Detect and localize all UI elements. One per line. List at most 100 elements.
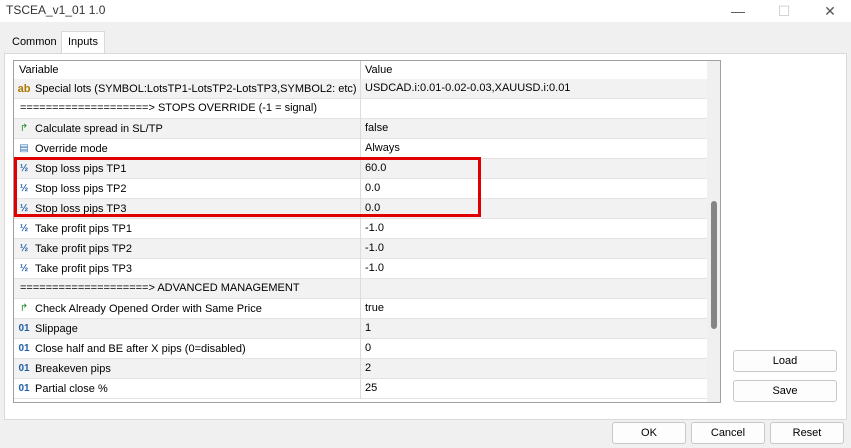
variable-label: Take profit pips TP2 xyxy=(35,243,133,255)
column-divider xyxy=(360,279,361,299)
value-cell[interactable]: 0 xyxy=(365,342,371,354)
variable-cell: ½ Take profit pips TP3 xyxy=(17,262,132,276)
grid-header: Variable Value xyxy=(14,61,707,80)
column-divider xyxy=(360,119,361,139)
table-row[interactable]: ½ Stop loss pips TP3 0.0 xyxy=(14,199,707,219)
int-icon: 01 xyxy=(18,343,30,354)
value-cell[interactable]: -1.0 xyxy=(365,222,384,234)
header-value[interactable]: Value xyxy=(365,64,392,76)
variable-label: Override mode xyxy=(35,143,108,155)
column-divider xyxy=(360,139,361,159)
ok-button[interactable]: OK xyxy=(612,422,686,444)
tab-bar: Common Inputs xyxy=(4,31,847,54)
int-icon: 01 xyxy=(18,363,30,374)
scrollbar-thumb[interactable] xyxy=(711,201,717,329)
inputs-grid: Variable Value ab Special lots (SYMBOL:Lo… xyxy=(13,60,721,403)
variable-label: ====================> STOPS OVERRIDE (-1… xyxy=(20,102,317,114)
value-cell[interactable]: false xyxy=(365,122,388,134)
column-divider xyxy=(360,319,361,339)
header-variable[interactable]: Variable xyxy=(19,64,59,76)
window-title: TSCEA_v1_01 1.0 xyxy=(6,3,106,17)
load-button[interactable]: Load xyxy=(733,350,837,372)
variable-cell: ½ Stop loss pips TP2 xyxy=(17,182,127,196)
table-row[interactable]: ½ Stop loss pips TP1 60.0 xyxy=(14,159,707,179)
table-row[interactable]: ↱ Calculate spread in SL/TP false xyxy=(14,119,707,139)
double-icon: ½ xyxy=(19,163,29,174)
variable-label: Take profit pips TP3 xyxy=(35,263,133,275)
bool-icon: ↱ xyxy=(19,123,29,134)
variable-label: Slippage xyxy=(35,323,78,335)
value-cell[interactable]: 2 xyxy=(365,362,371,374)
string-icon: ab xyxy=(17,83,31,95)
variable-label: Close half and BE after X pips (0=disabl… xyxy=(35,343,246,355)
value-cell[interactable]: 0.0 xyxy=(365,182,380,194)
column-divider xyxy=(360,359,361,379)
value-cell[interactable]: Always xyxy=(365,142,400,154)
table-row[interactable]: 01 Close half and BE after X pips (0=disa… xyxy=(14,339,707,359)
value-cell[interactable]: 0.0 xyxy=(365,202,380,214)
table-row[interactable]: ▤ Override mode Always xyxy=(14,139,707,159)
column-divider xyxy=(360,199,361,219)
value-cell[interactable]: -1.0 xyxy=(365,242,384,254)
table-row[interactable]: ↱ Check Already Opened Order with Same Pr… xyxy=(14,299,707,319)
variable-cell: 01 Slippage xyxy=(17,322,78,336)
value-cell[interactable]: USDCAD.i:0.01-0.02-0.03,XAUUSD.i:0.01 xyxy=(365,82,570,94)
grid-rows: ab Special lots (SYMBOL:LotsTP1-LotsTP2-L… xyxy=(14,79,707,399)
int-icon: 01 xyxy=(18,323,30,334)
vertical-scrollbar[interactable] xyxy=(707,61,720,402)
title-bar: TSCEA_v1_01 1.0 — ☐ ✕ xyxy=(0,0,851,22)
variable-label: ====================> ADVANCED MANAGEMEN… xyxy=(20,282,300,294)
bool-icon: ↱ xyxy=(19,303,29,314)
variable-cell: 01 Partial close % xyxy=(17,382,108,396)
table-row[interactable]: ½ Take profit pips TP2 -1.0 xyxy=(14,239,707,259)
table-row[interactable]: ab Special lots (SYMBOL:LotsTP1-LotsTP2-L… xyxy=(14,79,707,99)
variable-label: Special lots (SYMBOL:LotsTP1-LotsTP2-Lot… xyxy=(35,83,357,95)
reset-button[interactable]: Reset xyxy=(770,422,844,444)
variable-label: Partial close % xyxy=(35,383,108,395)
variable-label: Stop loss pips TP3 xyxy=(35,203,127,215)
column-divider xyxy=(360,99,361,119)
table-row[interactable]: 01 Slippage 1 xyxy=(14,319,707,339)
minimize-button[interactable]: — xyxy=(715,0,761,22)
tab-common[interactable]: Common xyxy=(6,33,63,53)
variable-cell: ½ Stop loss pips TP1 xyxy=(17,162,127,176)
double-icon: ½ xyxy=(19,203,29,214)
column-divider xyxy=(360,79,361,99)
value-cell[interactable]: -1.0 xyxy=(365,262,384,274)
double-icon: ½ xyxy=(19,223,29,234)
variable-cell: ====================> ADVANCED MANAGEMEN… xyxy=(17,282,300,294)
variable-label: Take profit pips TP1 xyxy=(35,223,133,235)
cancel-button[interactable]: Cancel xyxy=(691,422,765,444)
double-icon: ½ xyxy=(19,183,29,194)
value-cell[interactable]: true xyxy=(365,302,384,314)
value-cell[interactable]: 60.0 xyxy=(365,162,386,174)
variable-cell: ====================> STOPS OVERRIDE (-1… xyxy=(17,102,317,114)
table-row[interactable]: ½ Stop loss pips TP2 0.0 xyxy=(14,179,707,199)
variable-label: Calculate spread in SL/TP xyxy=(35,123,163,135)
table-row[interactable]: ½ Take profit pips TP3 -1.0 xyxy=(14,259,707,279)
table-row[interactable]: 01 Partial close % 25 xyxy=(14,379,707,399)
variable-label: Stop loss pips TP2 xyxy=(35,183,127,195)
table-row[interactable]: ====================> ADVANCED MANAGEMEN… xyxy=(14,279,707,299)
variable-cell: ½ Stop loss pips TP3 xyxy=(17,202,127,216)
variable-cell: ½ Take profit pips TP1 xyxy=(17,222,132,236)
column-divider xyxy=(360,239,361,259)
variable-cell: ▤ Override mode xyxy=(17,142,108,156)
table-row[interactable]: ½ Take profit pips TP1 -1.0 xyxy=(14,219,707,239)
column-divider xyxy=(360,159,361,179)
header-divider xyxy=(360,61,361,80)
variable-cell: ½ Take profit pips TP2 xyxy=(17,242,132,256)
close-button[interactable]: ✕ xyxy=(807,0,851,22)
value-cell[interactable]: 25 xyxy=(365,382,377,394)
variable-cell: 01 Close half and BE after X pips (0=disa… xyxy=(17,342,246,356)
variable-label: Breakeven pips xyxy=(35,363,111,375)
value-cell[interactable]: 1 xyxy=(365,322,371,334)
variable-cell: ↱ Calculate spread in SL/TP xyxy=(17,122,163,136)
table-row[interactable]: 01 Breakeven pips 2 xyxy=(14,359,707,379)
variable-label: Stop loss pips TP1 xyxy=(35,163,127,175)
table-row[interactable]: ====================> STOPS OVERRIDE (-1… xyxy=(14,99,707,119)
save-button[interactable]: Save xyxy=(733,380,837,402)
int-icon: 01 xyxy=(18,383,30,394)
tab-inputs[interactable]: Inputs xyxy=(61,31,105,54)
column-divider xyxy=(360,379,361,399)
